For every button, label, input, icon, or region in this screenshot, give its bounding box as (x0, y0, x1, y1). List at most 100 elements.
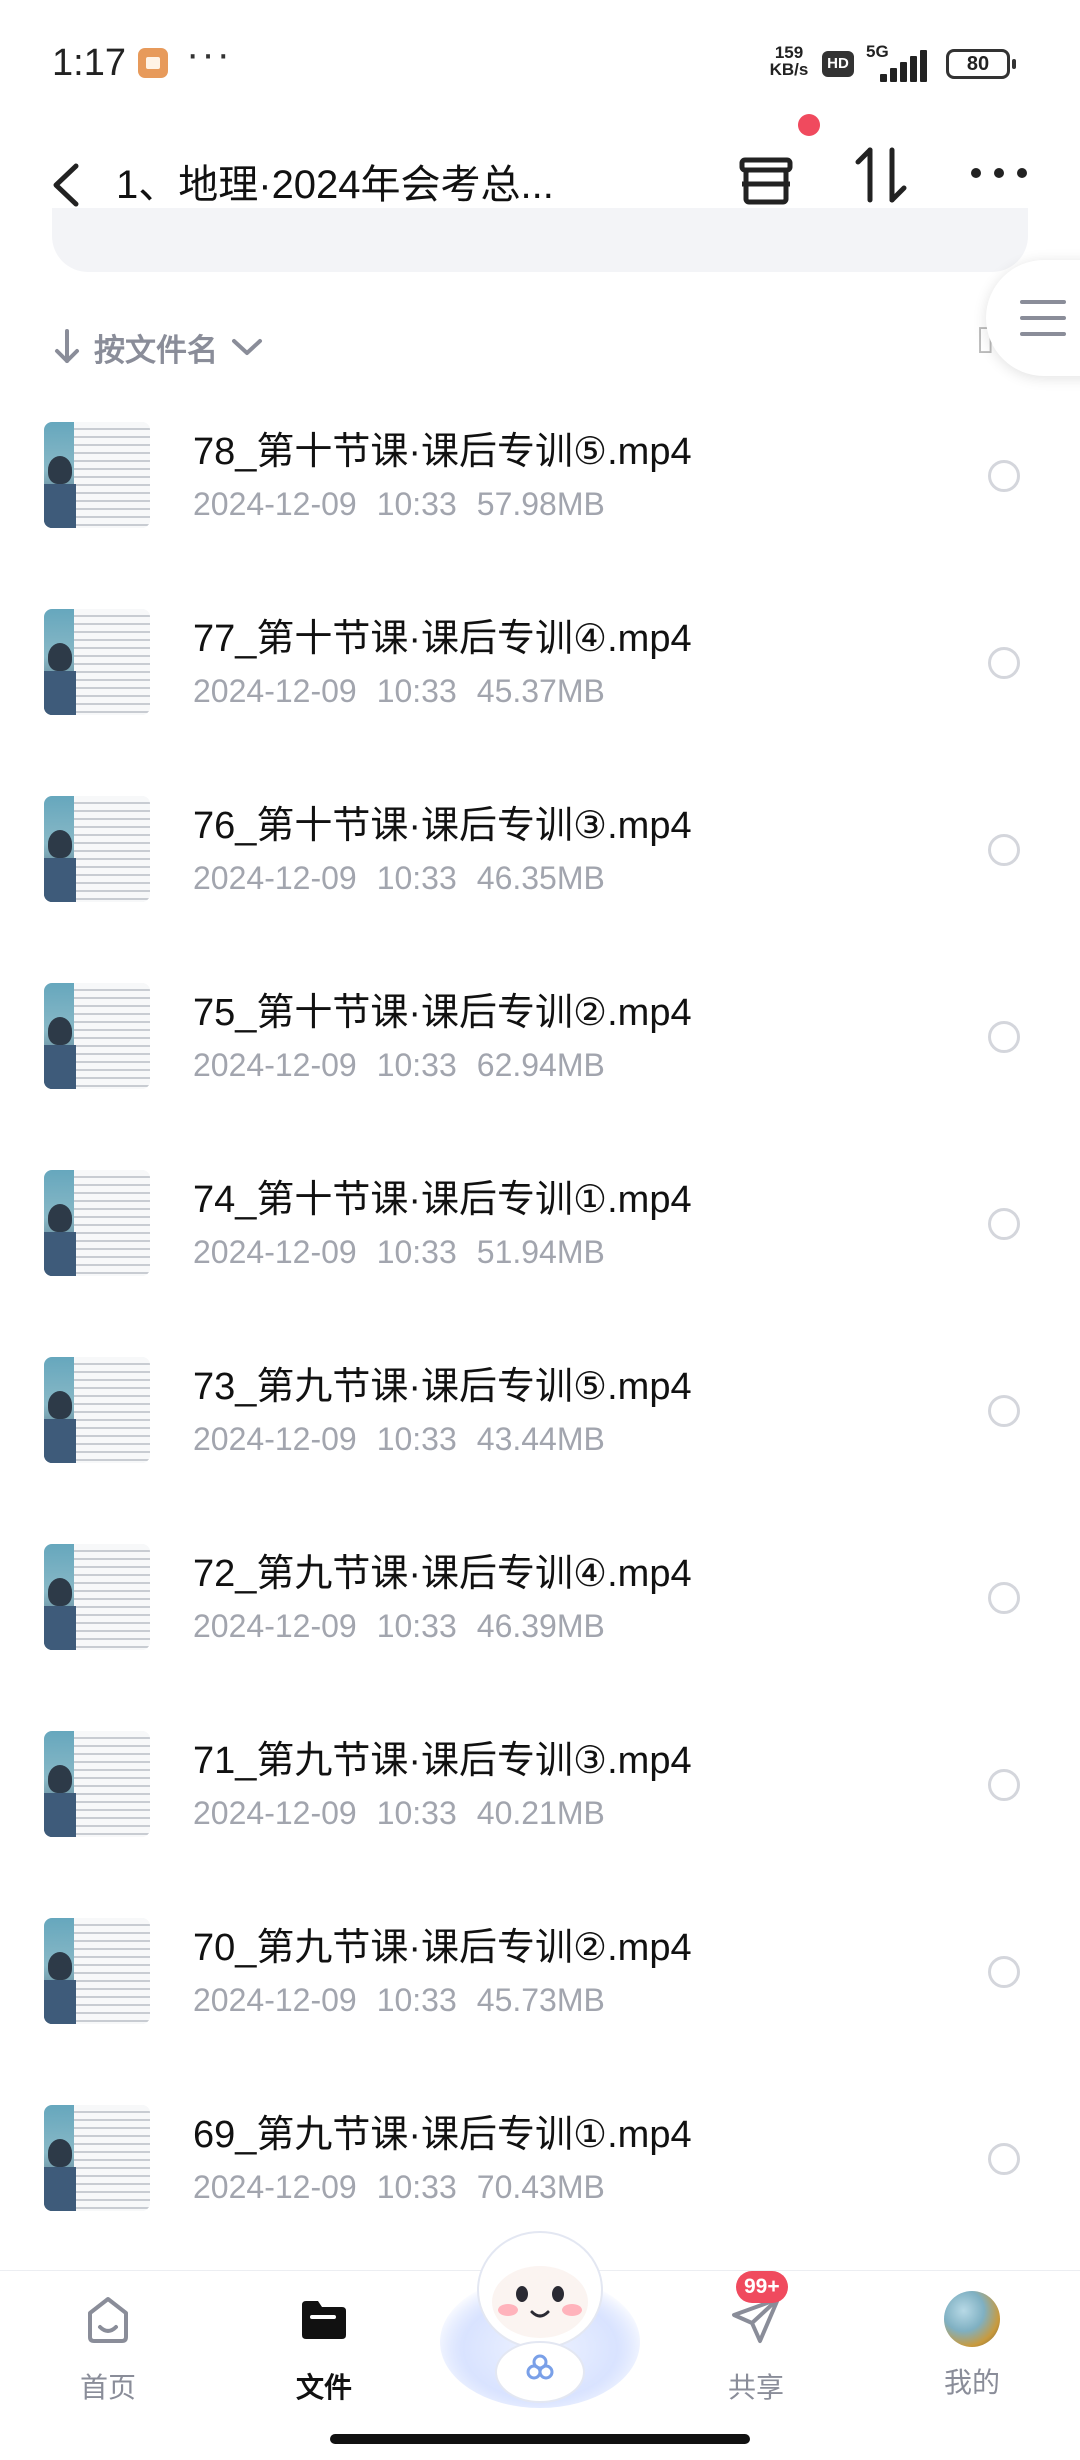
file-size: 57.98MB (476, 486, 605, 522)
file-meta: 2024-12-09 10:33 46.35MB (193, 860, 625, 897)
file-date: 2024-12-09 (193, 1047, 357, 1083)
video-thumbnail (44, 983, 150, 1089)
file-size: 62.94MB (476, 1047, 605, 1083)
video-thumbnail (44, 1544, 150, 1650)
home-icon (88, 2297, 128, 2343)
file-meta: 2024-12-09 10:33 43.44MB (193, 1421, 625, 1458)
select-checkbox[interactable] (988, 1208, 1020, 1240)
select-checkbox[interactable] (988, 1769, 1020, 1801)
select-checkbox[interactable] (988, 1582, 1020, 1614)
sort-icon[interactable] (852, 144, 910, 206)
file-name: 71_第九节课·课后专训③.mp4 (193, 1740, 692, 1782)
file-date: 2024-12-09 (193, 486, 357, 522)
file-name: 69_第九节课·课后专训①.mp4 (193, 2114, 692, 2156)
chevron-down-icon (232, 339, 262, 355)
more-options-icon[interactable] (968, 158, 1030, 188)
file-time: 10:33 (376, 1795, 457, 1831)
file-size: 45.73MB (476, 1982, 605, 2018)
nav-share-label: 共享 (727, 2372, 784, 2403)
sort-direction-icon (55, 329, 79, 363)
battery-icon: 80 (946, 49, 1016, 79)
file-name: 78_第十节课·课后专训⑤.mp4 (193, 431, 692, 473)
select-checkbox[interactable] (988, 460, 1020, 492)
file-time: 10:33 (376, 2169, 457, 2205)
video-thumbnail (44, 1170, 150, 1276)
screen: 1:17 ··· 159 KB/s HD 5G 80 1、地理·2024年会考总… (0, 0, 1080, 2460)
select-checkbox[interactable] (988, 2143, 1020, 2175)
notification-app-icon (138, 48, 168, 78)
nav-mine-label: 我的 (943, 2367, 1000, 2398)
file-date: 2024-12-09 (193, 1234, 357, 1270)
file-time: 10:33 (376, 1608, 457, 1644)
network-speed: 159 KB/s (769, 43, 809, 79)
video-thumbnail (44, 609, 150, 715)
sort-control[interactable]: 按文件名 (52, 322, 264, 372)
video-thumbnail (44, 422, 150, 528)
file-row[interactable]: 71_第九节课·课后专训③.mp4 2024-12-09 10:33 40.21MB (0, 1709, 1080, 1896)
select-checkbox[interactable] (988, 1956, 1020, 1988)
file-time: 10:33 (376, 1234, 457, 1270)
select-checkbox[interactable] (988, 1021, 1020, 1053)
file-meta: 2024-12-09 10:33 40.21MB (193, 1795, 625, 1832)
file-row[interactable]: 77_第十节课·课后专训④.mp4 2024-12-09 10:33 45.37MB (0, 587, 1080, 774)
select-checkbox[interactable] (988, 647, 1020, 679)
nav-share[interactable]: 99+ 共享 (696, 2271, 816, 2406)
file-time: 10:33 (376, 860, 457, 896)
nav-files-label: 文件 (295, 2372, 352, 2403)
file-name: 72_第九节课·课后专训④.mp4 (193, 1553, 692, 1595)
back-icon[interactable] (48, 162, 88, 208)
video-thumbnail (44, 796, 150, 902)
file-name: 70_第九节课·课后专训②.mp4 (193, 1927, 692, 1969)
file-date: 2024-12-09 (193, 1421, 357, 1457)
file-row[interactable]: 73_第九节课·课后专训⑤.mp4 2024-12-09 10:33 43.44MB (0, 1335, 1080, 1522)
status-time: 1:17 (52, 42, 126, 84)
file-meta: 2024-12-09 10:33 51.94MB (193, 1234, 625, 1271)
file-meta: 2024-12-09 10:33 57.98MB (193, 486, 625, 523)
file-meta: 2024-12-09 10:33 70.43MB (193, 2169, 625, 2206)
video-thumbnail (44, 2105, 150, 2211)
home-indicator[interactable] (330, 2434, 750, 2444)
nav-home[interactable]: 首页 (48, 2291, 168, 2406)
folder-icon (302, 2301, 346, 2339)
avatar (944, 2291, 1000, 2347)
file-name: 77_第十节课·课后专训④.mp4 (193, 618, 692, 660)
select-checkbox[interactable] (988, 1395, 1020, 1427)
file-list: 78_第十节课·课后专训⑤.mp4 2024-12-09 10:33 57.98MB… (0, 400, 1080, 2270)
file-meta: 2024-12-09 10:33 62.94MB (193, 1047, 625, 1084)
file-size: 46.35MB (476, 860, 605, 896)
floating-menu-button[interactable] (986, 260, 1080, 376)
file-size: 46.39MB (476, 1608, 605, 1644)
file-row[interactable]: 76_第十节课·课后专训③.mp4 2024-12-09 10:33 46.35MB (0, 774, 1080, 961)
file-row[interactable]: 70_第九节课·课后专训②.mp4 2024-12-09 10:33 45.73MB (0, 1896, 1080, 2083)
file-size: 51.94MB (476, 1234, 605, 1270)
file-date: 2024-12-09 (193, 1608, 357, 1644)
file-row[interactable]: 74_第十节课·课后专训①.mp4 2024-12-09 10:33 51.94MB (0, 1148, 1080, 1335)
file-row[interactable]: 78_第十节课·课后专训⑤.mp4 2024-12-09 10:33 57.98MB (0, 400, 1080, 587)
file-meta: 2024-12-09 10:33 46.39MB (193, 1608, 625, 1645)
file-size: 43.44MB (476, 1421, 605, 1457)
file-name: 74_第十节课·课后专训①.mp4 (193, 1179, 692, 1221)
assistant-mascot-icon[interactable] (436, 2222, 644, 2412)
video-thumbnail (44, 1918, 150, 2024)
file-date: 2024-12-09 (193, 2169, 357, 2205)
file-name: 75_第十节课·课后专训②.mp4 (193, 992, 692, 1034)
sort-label: 按文件名 (94, 332, 218, 368)
file-time: 10:33 (376, 486, 457, 522)
file-row[interactable]: 75_第十节课·课后专训②.mp4 2024-12-09 10:33 62.94MB (0, 961, 1080, 1148)
file-size: 70.43MB (476, 2169, 605, 2205)
file-date: 2024-12-09 (193, 860, 357, 896)
search-bar[interactable] (52, 208, 1028, 272)
file-time: 10:33 (376, 1047, 457, 1083)
file-meta: 2024-12-09 10:33 45.37MB (193, 673, 625, 710)
share-badge: 99+ (736, 2271, 788, 2303)
nav-files[interactable]: 文件 (264, 2291, 384, 2406)
file-time: 10:33 (376, 673, 457, 709)
hd-icon: HD (822, 51, 854, 77)
video-thumbnail (44, 1731, 150, 1837)
select-checkbox[interactable] (988, 834, 1020, 866)
file-size: 45.37MB (476, 673, 605, 709)
nav-mine[interactable]: 我的 (912, 2291, 1032, 2401)
file-row[interactable]: 72_第九节课·课后专训④.mp4 2024-12-09 10:33 46.39MB (0, 1522, 1080, 1709)
file-date: 2024-12-09 (193, 1795, 357, 1831)
notification-dot (798, 114, 820, 136)
